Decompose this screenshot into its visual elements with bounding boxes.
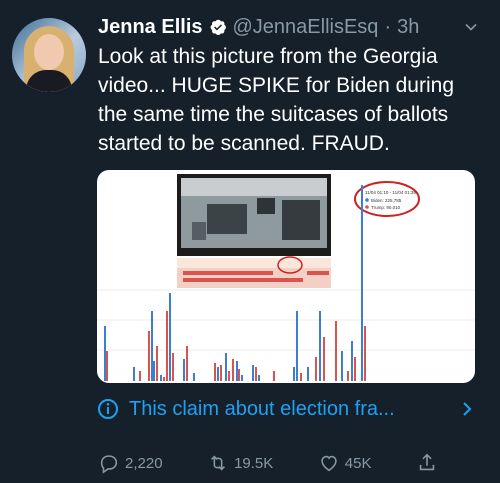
image-bar [214,363,216,381]
image-bar [193,373,195,381]
image-bar [273,371,275,381]
author-handle[interactable]: @JennaEllisEsq [233,16,379,39]
tweet-text-line: video... HUGE SPIKE for Biden during [98,74,455,97]
image-bar [354,357,356,381]
spike-legend: 11/04 01:10 - 11/04 01:35 Biden: 225,785… [354,181,420,217]
share-icon [419,453,435,471]
image-bar [153,361,155,381]
image-bar [133,367,135,381]
image-bar [225,353,227,381]
like-button[interactable]: 45K [318,452,372,474]
image-bar [258,375,260,381]
tweet-time[interactable]: 3h [397,16,419,39]
image-bar [341,351,343,381]
image-bar [217,367,219,381]
media-picture: 11/04 01:10 - 11/04 01:35 Biden: 225,785… [97,174,475,381]
retweet-count: 19.5K [234,454,274,472]
retweet-button[interactable]: 19.5K [207,452,273,474]
image-bar [228,371,230,381]
image-bar [252,365,254,381]
info-circle-icon [98,399,118,419]
image-bar [300,373,302,381]
image-bar [238,369,240,381]
image-bar [106,351,108,381]
retweet-icon [211,455,226,471]
image-bar [364,326,366,381]
image-bar [104,326,106,381]
media-gridlines [97,289,475,351]
image-bar [293,367,295,381]
reply-button[interactable]: 2,220 [98,452,163,474]
image-bar [139,371,141,381]
image-bar [323,337,325,381]
tweet-header: Jenna Ellis @JennaEllisEsq · 3h [98,12,488,42]
image-bar [347,371,349,381]
like-count: 45K [344,454,372,472]
image-bar [169,293,171,381]
reply-icon [100,455,118,474]
image-bar [151,311,153,381]
reply-count: 2,220 [125,454,163,472]
image-bar [315,357,317,381]
image-bar [335,321,337,381]
author-name[interactable]: Jenna Ellis [98,16,203,39]
image-bar [241,375,243,381]
legend-range: 11/04 01:10 - 11/04 01:35 [365,190,416,195]
tweet-text-line: the same time the suitcases of ballots [98,103,449,126]
chevron-right-icon[interactable] [459,401,475,417]
image-bar [183,359,185,381]
tweet-actions: 2,220 19.5K 45K [98,450,438,476]
image-bar [361,185,363,381]
share-button[interactable] [416,452,438,474]
image-bar [172,353,174,381]
image-bar [255,367,257,381]
separator-dot: · [384,15,392,38]
heart-icon [321,455,337,472]
tweet-text: Look at this picture from the Georgia vi… [98,42,488,158]
verified-badge-icon [210,19,226,36]
image-bar [319,311,321,381]
tweet-text-line: started to be scanned. FRAUD. [98,132,390,155]
image-bar [351,341,353,381]
avatar-face [34,34,64,70]
video-frame-inset [177,174,331,288]
image-bar [220,365,222,381]
image-bar [296,311,298,381]
fact-check-text[interactable]: This claim about election fra... [129,398,449,421]
tweet-text-line: Look at this picture from the Georgia [98,45,438,68]
image-bar [156,346,158,381]
image-bar [160,375,162,381]
legend-trump: Trump: 90,010 [371,205,401,210]
image-bar [166,311,168,381]
author-avatar[interactable] [12,18,86,92]
image-bar [148,331,150,381]
fact-check-notice[interactable]: This claim about election fra... [97,393,475,425]
image-bar [186,346,188,381]
chevron-down-icon[interactable] [464,20,478,34]
image-bar [236,361,238,381]
tweet-media-image[interactable]: 11/04 01:10 - 11/04 01:35 Biden: 225,785… [97,170,475,383]
image-bar [163,377,165,381]
legend-biden: Biden: 225,785 [371,198,402,203]
image-bar [232,359,234,381]
image-bar [307,367,309,381]
